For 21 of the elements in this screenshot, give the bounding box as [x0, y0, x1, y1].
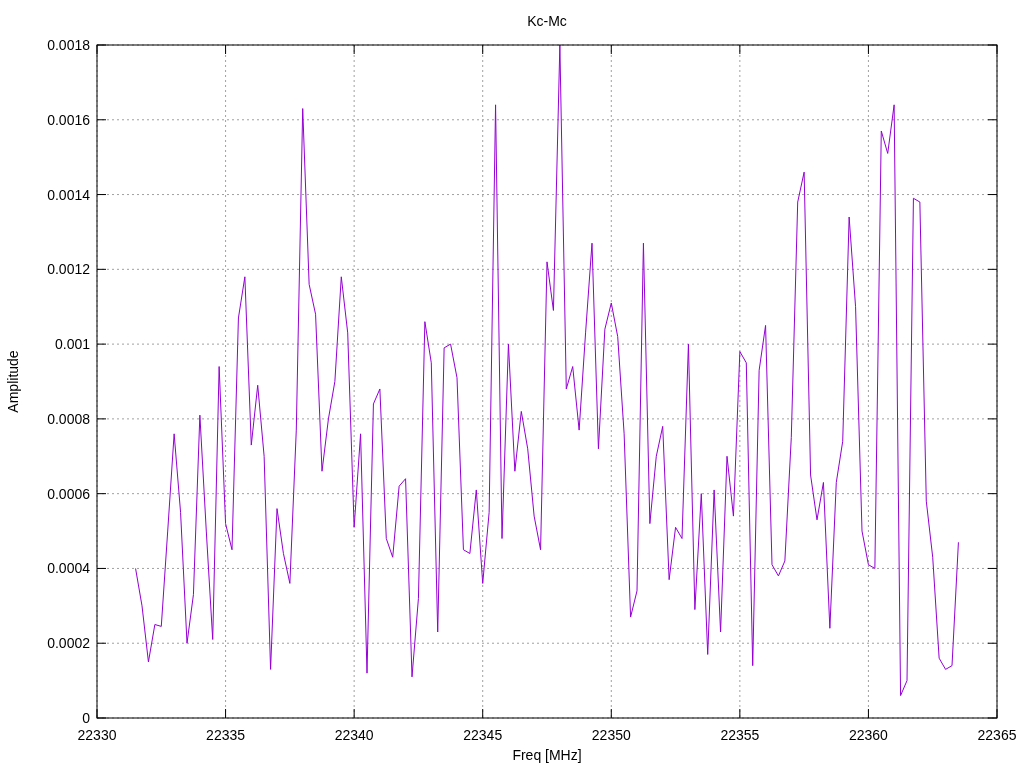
- x-axis-label: Freq [MHz]: [512, 747, 582, 763]
- y-axis-label: Amplitude: [5, 350, 21, 413]
- tick-label: 22355: [720, 727, 760, 743]
- tick-label: 22330: [77, 727, 117, 743]
- tick-label: 22340: [334, 727, 374, 743]
- chart-title: Kc-Mc: [527, 13, 567, 29]
- tick-label: 0.0016: [47, 111, 90, 128]
- tick-label: 0: [82, 710, 90, 726]
- tick-label: 22335: [206, 727, 246, 743]
- tick-label: 22350: [591, 727, 631, 743]
- tick-label: 0.0018: [47, 37, 90, 53]
- tick-label: 0.001: [54, 336, 90, 353]
- tick-label: 0.0012: [47, 261, 90, 278]
- tick-label: 0.0004: [47, 560, 90, 577]
- tick-label: 0.0008: [47, 410, 90, 427]
- tick-label: 0.0006: [47, 485, 90, 502]
- tick-label: 0.0014: [47, 186, 90, 203]
- tick-label: 22345: [463, 727, 503, 743]
- tick-label: 0.0002: [47, 635, 90, 652]
- tick-label: 22360: [848, 727, 888, 743]
- tick-label: 22365: [977, 727, 1017, 743]
